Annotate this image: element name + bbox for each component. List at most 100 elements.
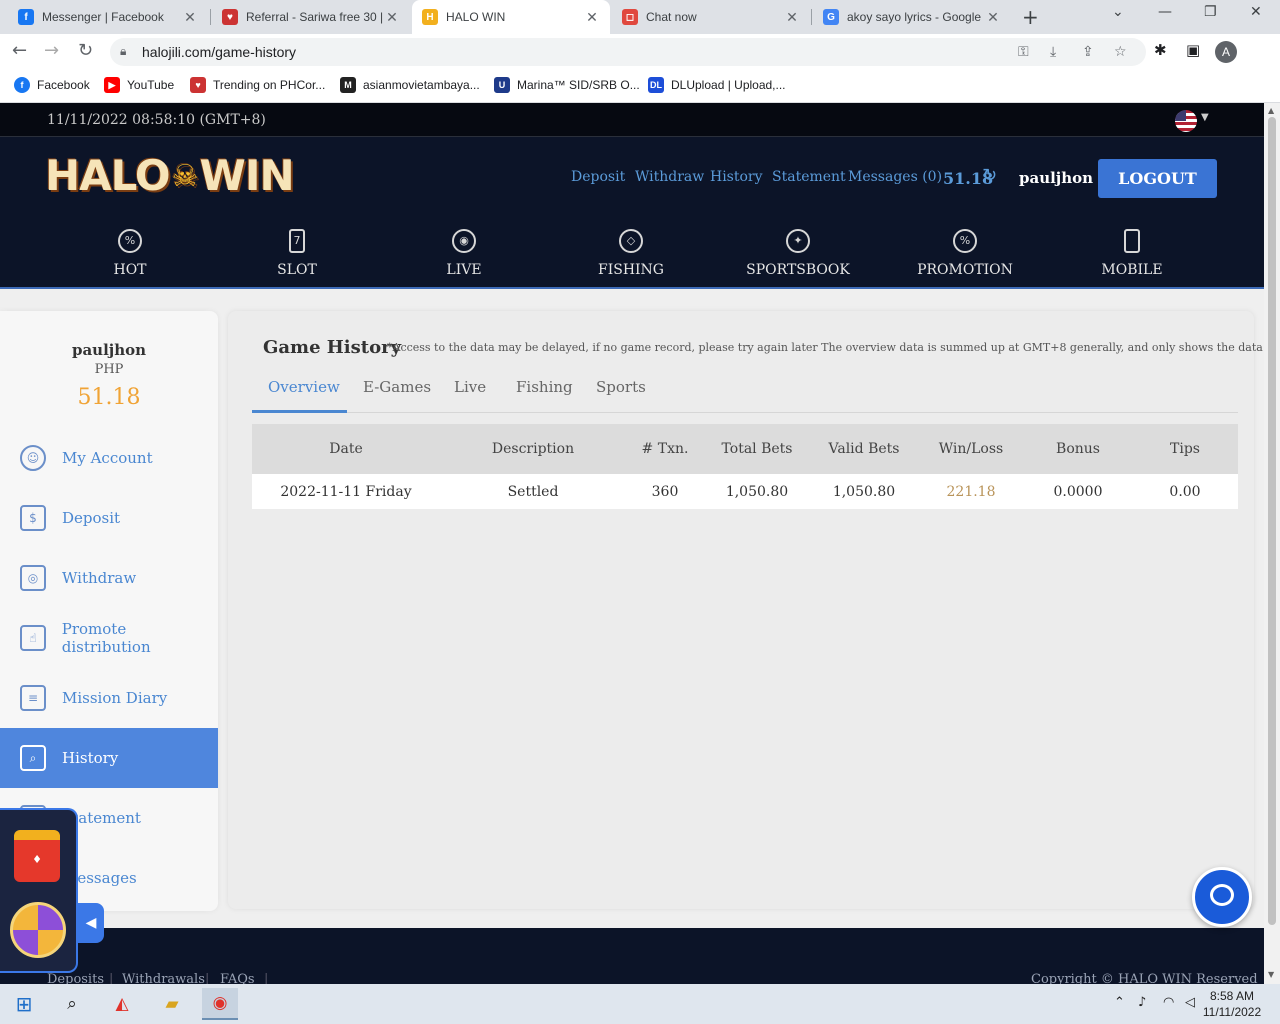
volume-icon[interactable]: ◁ bbox=[1185, 995, 1195, 1010]
live-chat-button[interactable] bbox=[1192, 867, 1252, 927]
browser-tab-referral[interactable]: ♥ Referral - Sariwa free 30 | ✕ bbox=[212, 0, 410, 34]
footer-link-deposits[interactable]: Deposits bbox=[47, 972, 104, 984]
file-explorer-icon[interactable]: ▰ bbox=[154, 988, 190, 1020]
share-icon[interactable]: ⇪ bbox=[1082, 44, 1094, 60]
back-icon[interactable]: ← bbox=[12, 40, 27, 61]
halowin-logo[interactable]: HALO☠WIN bbox=[45, 151, 295, 200]
sidebar-item-label: History bbox=[62, 749, 119, 767]
header-link-deposit[interactable]: Deposit bbox=[571, 169, 625, 185]
footer-link-withdrawals[interactable]: Withdrawals bbox=[122, 972, 205, 984]
minimize-icon[interactable]: — bbox=[1158, 4, 1172, 20]
slot-icon: 7 bbox=[289, 229, 305, 253]
diary-icon: ≡ bbox=[20, 685, 46, 711]
close-window-icon[interactable]: ✕ bbox=[1250, 4, 1262, 20]
new-tab-icon[interactable]: + bbox=[1022, 5, 1039, 29]
url-text[interactable]: halojili.com/game-history bbox=[142, 44, 296, 60]
bookmark-phcorner[interactable]: ♥ Trending on PHCor... bbox=[190, 77, 325, 93]
browser-tab-chat[interactable]: ◻ Chat now ✕ bbox=[612, 0, 810, 34]
logout-button[interactable]: LOGOUT bbox=[1098, 159, 1217, 198]
windows-start-icon[interactable]: ⊞ bbox=[6, 988, 42, 1020]
sidebar-item-label: Mission Diary bbox=[62, 689, 168, 707]
reload-icon[interactable]: ↻ bbox=[78, 40, 93, 61]
bookmark-dlupload[interactable]: DL DLUpload | Upload,... bbox=[648, 77, 786, 93]
sidebar-item-withdraw[interactable]: ◎ Withdraw bbox=[0, 548, 218, 608]
game-nav-label: SPORTSBOOK bbox=[746, 262, 850, 278]
close-icon[interactable]: ✕ bbox=[784, 9, 800, 26]
collapse-promo-icon[interactable]: ◀ bbox=[78, 903, 104, 943]
scroll-down-icon[interactable]: ▼ bbox=[1268, 970, 1274, 979]
show-hidden-icons-icon[interactable]: ⌃ bbox=[1114, 995, 1125, 1010]
bookmark-star-icon[interactable]: ☆ bbox=[1114, 44, 1127, 60]
sidebar-username: pauljhon bbox=[71, 341, 147, 359]
phcorner-icon: ♥ bbox=[190, 77, 206, 93]
profile-avatar[interactable]: A bbox=[1215, 41, 1237, 63]
header-link-statement[interactable]: Statement bbox=[772, 169, 846, 185]
browser-tab-google[interactable]: G akoy sayo lyrics - Google ✕ bbox=[813, 0, 1011, 34]
close-icon[interactable]: ✕ bbox=[384, 9, 400, 26]
game-nav-slot[interactable]: 7 SLOT bbox=[237, 229, 357, 278]
chevron-down-icon[interactable]: ▼ bbox=[1201, 112, 1209, 123]
tab-live[interactable]: Live bbox=[454, 378, 486, 396]
tab-fishing[interactable]: Fishing bbox=[516, 378, 573, 396]
scroll-up-icon[interactable]: ▲ bbox=[1268, 106, 1274, 115]
close-icon[interactable]: ✕ bbox=[182, 9, 198, 26]
footer-link-faqs[interactable]: FAQs bbox=[220, 972, 255, 984]
game-nav-promotion[interactable]: % PROMOTION bbox=[905, 229, 1025, 278]
sidebar-item-history[interactable]: ⌕ History bbox=[0, 728, 218, 788]
tab-overview[interactable]: Overview bbox=[268, 378, 340, 396]
game-nav-fishing[interactable]: ◇ FISHING bbox=[571, 229, 691, 278]
header-link-withdraw[interactable]: Withdraw bbox=[635, 169, 704, 185]
header-link-messages[interactable]: Messages (0) bbox=[848, 169, 942, 185]
game-nav-hot[interactable]: % HOT bbox=[70, 229, 190, 278]
game-history-panel: Game History *Access to the data may be … bbox=[228, 311, 1264, 909]
side-panel-icon[interactable]: ▣ bbox=[1186, 41, 1200, 59]
promo-widget[interactable]: ♦ bbox=[0, 808, 78, 973]
bookmark-facebook[interactable]: f Facebook bbox=[14, 77, 90, 93]
tab-egames[interactable]: E-Games bbox=[363, 378, 431, 396]
table-header: Date Description # Txn. Total Bets Valid… bbox=[252, 424, 1238, 474]
page-scrollbar[interactable]: ▲ ▼ bbox=[1264, 103, 1280, 984]
restore-icon[interactable]: ❐ bbox=[1204, 4, 1217, 20]
microphone-icon[interactable]: ♪ bbox=[1138, 995, 1146, 1010]
sidebar-item-my-account[interactable]: ☺ My Account bbox=[0, 428, 218, 488]
tab-search-icon[interactable]: ⌄ bbox=[1112, 4, 1124, 20]
chrome-icon[interactable]: ◉ bbox=[202, 988, 238, 1020]
install-icon[interactable]: ⤓ bbox=[1050, 44, 1056, 60]
wifi-icon[interactable]: ◠ bbox=[1163, 995, 1174, 1010]
address-bar[interactable]: 🔒︎ halojili.com/game-history ⚿ ⤓ ⇪ ☆ bbox=[110, 38, 1146, 66]
key-icon[interactable]: ⚿ bbox=[1018, 44, 1029, 60]
extensions-icon[interactable]: ✱ bbox=[1154, 41, 1167, 59]
gift-box-icon[interactable]: ♦ bbox=[14, 830, 60, 882]
tab-title: Messenger | Facebook bbox=[42, 10, 164, 24]
header-link-history[interactable]: History bbox=[710, 169, 763, 185]
game-nav-mobile[interactable]: MOBILE bbox=[1072, 229, 1192, 278]
sidebar-item-mission-diary[interactable]: ≡ Mission Diary bbox=[0, 668, 218, 728]
close-icon[interactable]: ✕ bbox=[584, 9, 600, 26]
bookmark-asianmovie[interactable]: M asianmovietambaya... bbox=[340, 77, 480, 93]
tab-sports[interactable]: Sports bbox=[596, 378, 646, 396]
bookmark-marina[interactable]: U Marina™ SID/SRB O... bbox=[494, 77, 640, 93]
header-username[interactable]: pauljhon bbox=[1019, 169, 1093, 187]
lucky-wheel-icon[interactable] bbox=[10, 902, 66, 958]
browser-tab-messenger[interactable]: f Messenger | Facebook ✕ bbox=[8, 0, 208, 34]
game-nav-sportsbook[interactable]: ✦ SPORTSBOOK bbox=[738, 229, 858, 278]
taskbar-clock[interactable]: 8:58 AM 11/11/2022 bbox=[1196, 988, 1268, 1020]
cell-txn: 360 bbox=[651, 483, 679, 500]
forward-icon[interactable]: → bbox=[44, 40, 59, 61]
refresh-icon[interactable]: ↻ bbox=[982, 165, 997, 186]
sidebar-item-promote-distribution[interactable]: ☝ Promote distribution bbox=[0, 608, 218, 668]
scrollbar-thumb[interactable] bbox=[1268, 117, 1276, 925]
tab-title: akoy sayo lyrics - Google bbox=[847, 10, 982, 24]
live-icon: ◉ bbox=[452, 229, 476, 253]
sidebar-item-label: Promote distribution bbox=[61, 620, 151, 656]
search-icon[interactable]: ⌕ bbox=[54, 988, 90, 1020]
game-nav-live[interactable]: ◉ LIVE bbox=[404, 229, 524, 278]
browser-tab-halowin[interactable]: H HALO WIN ✕ bbox=[412, 0, 610, 34]
bookmark-youtube[interactable]: ▶ YouTube bbox=[104, 77, 174, 93]
server-datetime: 11/11/2022 08:58:10 (GMT+8) bbox=[47, 112, 266, 128]
sidebar-item-deposit[interactable]: $ Deposit bbox=[0, 488, 218, 548]
close-icon[interactable]: ✕ bbox=[985, 9, 1001, 26]
us-flag-icon[interactable] bbox=[1175, 110, 1197, 132]
acrobat-icon[interactable]: ◭ bbox=[104, 988, 140, 1020]
game-nav-label: FISHING bbox=[597, 262, 664, 278]
